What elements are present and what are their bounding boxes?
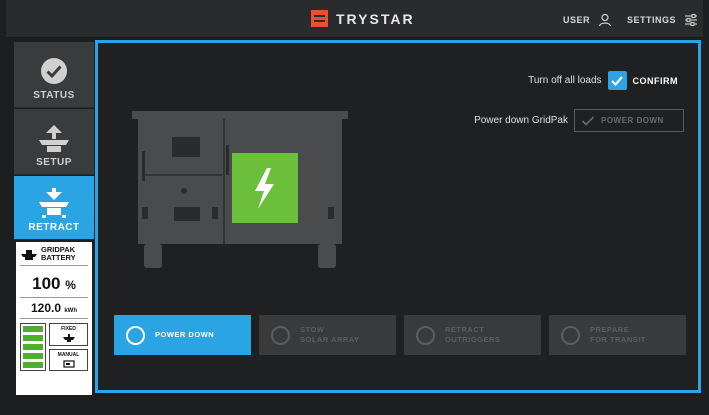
gridpak-battery-icon [21,250,37,260]
checkbox-checked-icon [607,71,627,90]
battery-level-bar [23,344,43,350]
step-stow-solar-array[interactable]: STOW SOLAR ARRAY [259,315,396,355]
sidebar-item-label: SETUP [36,157,72,168]
main-panel: Turn off all loads CONFIRM Power down Gr… [95,40,701,393]
battery-header: GRIDPAK BATTERY [20,246,88,266]
sidebar-item-label: RETRACT [28,222,80,233]
battery-percent-unit: % [65,278,76,292]
gridpak-unit-illustration [132,111,348,268]
turn-off-loads-row: Turn off all loads CONFIRM [528,71,678,90]
power-down-button-label: POWER DOWN [601,116,664,125]
battery-level-bar [23,326,43,332]
user-button[interactable]: USER [563,13,612,27]
battery-modes: FIXED MANUAL [49,323,88,371]
confirm-checkbox[interactable]: CONFIRM [607,71,679,90]
app-frame: TRYSTAR USER SETTINGS STATUS SETUP RETRA… [0,0,709,415]
trystar-logo-icon [311,10,328,27]
step-prepare-for-transit[interactable]: PREPARE FOR TRANSIT [549,315,686,355]
sidebar-item-setup[interactable]: SETUP [14,109,94,175]
confirm-label: CONFIRM [632,75,678,86]
step-label: POWER DOWN [155,330,215,339]
mode-fixed: FIXED [49,323,88,346]
sidebar-item-status[interactable]: STATUS [14,42,94,108]
sidebar-nav: STATUS SETUP RETRACT GRIDPAK BATTERY 100… [14,42,94,395]
user-label: USER [563,15,591,25]
battery-energy-unit: kWh [64,308,78,314]
sidebar-item-retract[interactable]: RETRACT [14,176,94,240]
battery-percent-value: 100 [32,274,61,293]
mode-manual-label: MANUAL [57,351,80,358]
step-status-ring-icon [271,325,290,345]
power-down-button[interactable]: POWER DOWN [574,109,684,132]
battery-title: GRIDPAK BATTERY [41,246,76,262]
step-retract-outriggers[interactable]: RETRACT OUTRIGGERS [404,315,541,355]
step-status-ring-icon [126,325,145,345]
turn-off-loads-label: Turn off all loads [528,75,602,86]
solar-array-icon [39,125,69,152]
battery-level-bar [23,353,43,359]
sidebar-item-label: STATUS [33,90,75,101]
mode-manual: MANUAL [49,348,88,371]
mode-fixed-label: FIXED [61,326,76,332]
manual-mode-icon [62,359,75,368]
brand-logo: TRYSTAR [311,10,415,27]
battery-percent: 100 % [20,274,88,298]
battery-status-card: GRIDPAK BATTERY 100 % 120.0 kWh FIXED MA… [16,242,92,395]
battery-energy-value: 120.0 [30,301,61,315]
power-down-gridpak-label: Power down GridPak [474,115,568,126]
step-power-down[interactable]: POWER DOWN [114,315,251,355]
battery-title-line2: BATTERY [41,253,76,262]
battery-energy: 120.0 kWh [20,301,88,319]
battery-details: FIXED MANUAL [20,323,88,371]
settings-button[interactable]: SETTINGS [627,13,698,27]
step-status-ring-icon [416,325,435,345]
sliders-icon [685,14,698,26]
battery-level-bars [20,323,46,371]
brand-name: TRYSTAR [336,10,415,27]
battery-level-bar [23,335,43,341]
check-circle-icon [41,58,67,84]
power-down-gridpak-row: Power down GridPak POWER DOWN [474,109,684,132]
top-bar: TRYSTAR USER SETTINGS [6,0,703,38]
settings-label: SETTINGS [627,15,677,25]
retract-steps: POWER DOWN STOW SOLAR ARRAY RETRACT OUTR… [114,315,686,355]
fixed-array-icon [62,334,75,342]
step-status-ring-icon [561,325,580,345]
check-icon [581,115,595,126]
step-label: STOW SOLAR ARRAY [300,325,360,344]
user-icon [598,13,612,27]
battery-level-bar [23,362,43,368]
step-label: PREPARE FOR TRANSIT [590,325,646,344]
step-label: RETRACT OUTRIGGERS [445,325,501,344]
retract-array-icon [39,188,69,218]
